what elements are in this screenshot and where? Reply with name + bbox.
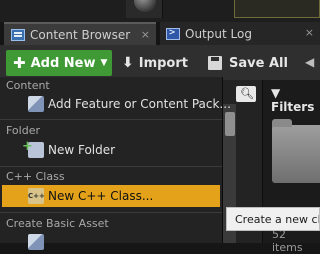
scrollbar-thumb[interactable] <box>225 112 235 136</box>
filters-button[interactable]: ▼ Filters <box>271 86 320 114</box>
menu-item-new-folder[interactable]: New Folder <box>2 139 220 161</box>
menu-divider <box>0 119 222 120</box>
new-folder-icon <box>22 139 44 158</box>
tab-label: Content Browser <box>30 27 131 42</box>
import-label: Import <box>138 55 188 71</box>
menu-item-new-cpp-class[interactable]: C++ New C++ Class... <box>2 185 220 207</box>
tab-output-log[interactable]: Output Log × <box>160 22 320 45</box>
tab-content-browser[interactable]: Content Browser × <box>4 22 156 45</box>
chevron-down-icon: ▼ <box>100 58 108 68</box>
asset-icon <box>28 234 44 250</box>
import-icon: ⬇ <box>122 55 134 71</box>
close-icon[interactable]: × <box>141 28 150 41</box>
add-new-label: Add New <box>30 55 96 71</box>
tab-label: Output Log <box>185 26 252 41</box>
search-button[interactable]: 🔍︎ <box>236 86 256 102</box>
import-button[interactable]: ⬇ Import <box>122 50 188 76</box>
viewport-thumbnail[interactable] <box>234 0 320 18</box>
tab-bar: Content Browser × Output Log × <box>0 22 320 45</box>
save-icon <box>208 56 222 70</box>
cube-icon <box>28 96 44 112</box>
back-arrow-icon[interactable]: ◀ <box>305 55 314 69</box>
menu-item-label: Add Feature or Content Pack... <box>48 97 231 111</box>
menu-item-add-feature-content-pack[interactable]: Add Feature or Content Pack... <box>2 93 231 115</box>
menu-divider <box>0 166 222 167</box>
add-new-dropdown-menu: Content Add Feature or Content Pack... F… <box>0 77 231 250</box>
menu-section-header: Folder <box>6 124 40 137</box>
add-new-button[interactable]: ✚ Add New ▼ <box>6 50 112 76</box>
content-browser-icon <box>11 28 25 41</box>
items-count: 52 items <box>272 228 303 254</box>
filters-label: Filters <box>271 100 315 114</box>
folder-thumbnail[interactable] <box>272 119 320 183</box>
output-log-icon <box>166 27 180 40</box>
tooltip: Create a new class <box>226 207 320 231</box>
save-all-button[interactable]: Save All <box>208 50 288 76</box>
sphere-icon <box>134 0 156 12</box>
menu-section-header: Content <box>6 79 50 92</box>
menu-section-header: C++ Class <box>6 170 65 183</box>
sphere-thumbnail[interactable] <box>126 0 163 18</box>
save-all-label: Save All <box>229 55 288 71</box>
menu-item-label: New C++ Class... <box>48 189 154 203</box>
toolbar: ✚ Add New ▼ ⬇ Import Save All ◀ <box>0 45 320 80</box>
plus-icon: ✚ <box>13 54 26 72</box>
search-icon: 🔍︎ <box>240 87 254 100</box>
menu-divider <box>0 212 222 213</box>
close-icon[interactable]: × <box>305 26 314 39</box>
menu-item-basic-asset[interactable] <box>2 232 220 250</box>
cpp-class-icon: C++ <box>28 188 45 204</box>
top-strip <box>0 0 320 22</box>
menu-section-header: Create Basic Asset <box>6 217 109 230</box>
menu-item-label: New Folder <box>48 143 116 157</box>
